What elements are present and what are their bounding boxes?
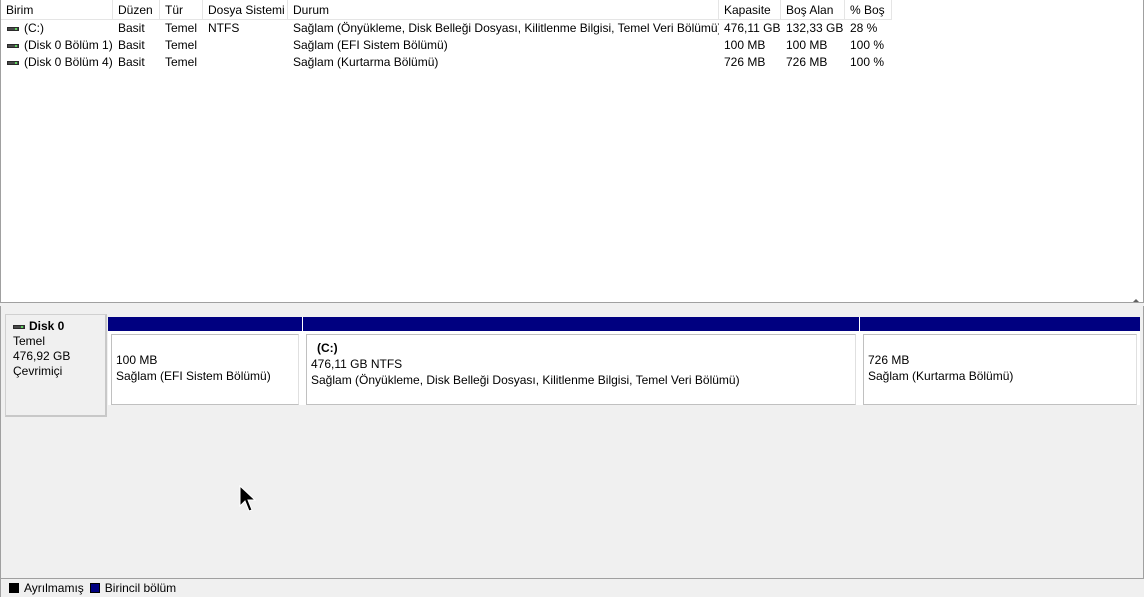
partition-c[interactable]: (C:) 476,11 GB NTFS Sağlam (Önyükleme, D… [303,317,859,405]
legend-label-unallocated: Ayrılmamış [24,581,84,595]
volume-capacity: 476,11 GB [724,21,781,35]
drive-icon [7,43,19,48]
partition-size: 726 MB [868,353,910,367]
column-header-dosya-sistemi[interactable]: Dosya Sistemi [203,0,288,20]
disk-name: Disk 0 [29,319,65,333]
legend-label-primary: Birincil bölüm [104,581,177,595]
table-row[interactable]: (C:) Basit Temel NTFS Sağlam (Önyükleme,… [1,20,892,37]
volume-free-space: 132,33 GB [786,21,844,35]
drive-icon [13,324,25,329]
volume-name: (Disk 0 Bölüm 1) [24,38,113,52]
primary-swatch [89,583,100,593]
table-row[interactable]: (Disk 0 Bölüm 1) Basit Temel Sağlam (EFI… [1,37,892,54]
column-header-bos-alan[interactable]: Boş Alan [781,0,845,20]
volume-filesystem: NTFS [208,21,240,35]
volume-name: (C:) [24,21,44,35]
partition-size: 476,11 GB NTFS [311,357,403,371]
column-header-tur[interactable]: Tür [160,0,203,20]
volume-name: (Disk 0 Bölüm 4) [24,55,113,69]
partition-recovery[interactable]: 726 MB Sağlam (Kurtarma Bölümü) [860,317,1140,405]
volume-free-percent: 100 % [850,38,885,52]
unallocated-swatch [9,583,19,593]
column-header-kapasite[interactable]: Kapasite [719,0,781,20]
volume-type: Temel [165,55,198,69]
volume-status: Sağlam (EFI Sistem Bölümü) [293,38,448,52]
partition-status: Sağlam (Kurtarma Bölümü) [868,369,1014,383]
volume-free-percent: 28 % [850,21,878,35]
legend: Ayrılmamış Birincil bölüm [0,578,1144,597]
volume-capacity: 726 MB [724,55,766,69]
table-row[interactable]: (Disk 0 Bölüm 4) Basit Temel Sağlam (Kur… [1,54,892,71]
mouse-cursor-icon [239,485,257,512]
column-header-durum[interactable]: Durum [288,0,719,20]
volume-list-header: Birim Düzen Tür Dosya Sistemi Durum Kapa… [1,0,892,20]
partition-body: 100 MB Sağlam (EFI Sistem Bölümü) [111,334,299,405]
column-header-bos-yuzde[interactable]: % Boş [845,0,892,20]
disk-label[interactable]: Disk 0 Temel 476,92 GB Çevrimiçi [5,314,107,417]
volume-layout: Basit [118,55,145,69]
primary-partition-bar [303,317,859,331]
volume-free-percent: 100 % [850,55,885,69]
partition-strip: 100 MB Sağlam (EFI Sistem Bölümü) (C:) 4… [108,317,1140,405]
disk-type: Temel [13,334,46,348]
partition-body: 726 MB Sağlam (Kurtarma Bölümü) [863,334,1137,405]
partition-status: Sağlam (Önyükleme, Disk Belleği Dosyası,… [311,373,740,387]
drive-icon [7,26,19,31]
volume-capacity: 100 MB [724,38,766,52]
volume-layout: Basit [118,21,145,35]
drive-icon [7,60,19,65]
volume-list[interactable]: Birim Düzen Tür Dosya Sistemi Durum Kapa… [0,0,1144,303]
volume-type: Temel [165,38,198,52]
volume-free-space: 100 MB [786,38,828,52]
volume-layout: Basit [118,38,145,52]
volume-name-cell: (Disk 0 Bölüm 1) [1,37,113,54]
primary-partition-bar [860,317,1140,331]
partition-status: Sağlam (EFI Sistem Bölümü) [116,369,271,383]
legend-item-unallocated: Ayrılmamış [9,581,84,595]
partition-size: 100 MB [116,353,158,367]
partition-name: (C:) [317,341,338,355]
volume-status: Sağlam (Önyükleme, Disk Belleği Dosyası,… [293,21,719,35]
legend-item-primary: Birincil bölüm [89,581,177,595]
disk-title: Disk 0 [13,319,98,334]
volume-type: Temel [165,21,198,35]
disk-size: 476,92 GB [13,349,71,363]
column-header-birim[interactable]: Birim [1,0,113,20]
volume-name-cell: (C:) [1,20,113,37]
partition-body: (C:) 476,11 GB NTFS Sağlam (Önyükleme, D… [306,334,856,405]
disk-graphical-view: Disk 0 Temel 476,92 GB Çevrimiçi 100 MB … [0,306,1144,578]
partition-efi[interactable]: 100 MB Sağlam (EFI Sistem Bölümü) [108,317,302,405]
volume-free-space: 726 MB [786,55,828,69]
volume-filesystem [203,54,288,71]
volume-rows: (C:) Basit Temel NTFS Sağlam (Önyükleme,… [1,20,892,71]
volume-status: Sağlam (Kurtarma Bölümü) [293,55,439,69]
column-header-duzen[interactable]: Düzen [113,0,160,20]
volume-name-cell: (Disk 0 Bölüm 4) [1,54,113,71]
volume-filesystem [203,37,288,54]
primary-partition-bar [108,317,302,331]
disk-status: Çevrimiçi [13,364,63,378]
